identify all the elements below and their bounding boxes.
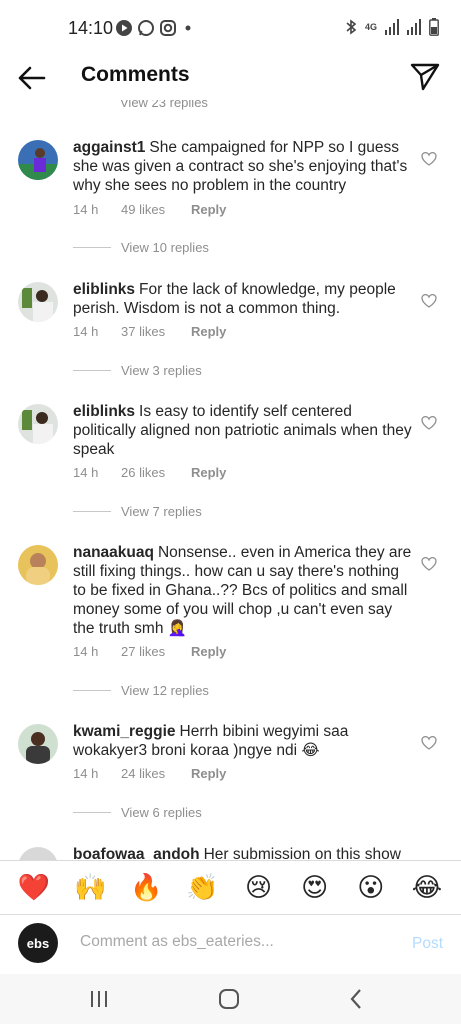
like-heart-icon[interactable] [421, 556, 437, 572]
emoji-clap-button[interactable]: 👏 [182, 873, 222, 903]
quick-emoji-bar: ❤️ 🙌 🔥 👏 😢 😍 😮 😂 [0, 860, 461, 914]
comment-text: eliblinks Is easy to identify self center… [73, 402, 413, 459]
my-avatar[interactable]: ebs [18, 923, 58, 963]
comment-likes[interactable]: 24 likes [121, 766, 191, 781]
replies-divider [73, 690, 111, 691]
like-heart-icon[interactable] [421, 735, 437, 751]
replies-divider [73, 370, 111, 371]
reply-button[interactable]: Reply [191, 465, 226, 480]
view-replies-link-partial[interactable]: View 23 replies [120, 100, 208, 110]
comment-likes[interactable]: 26 likes [121, 465, 191, 480]
comment-time: 14 h [73, 644, 99, 659]
comment-username[interactable]: eliblinks [73, 403, 135, 420]
comment-time: 14 h [73, 465, 99, 480]
signal-icon [385, 19, 399, 35]
avatar[interactable] [18, 404, 58, 444]
post-button[interactable]: Post [412, 935, 443, 953]
view-replies-label: View 7 replies [121, 504, 202, 519]
emoji-heart-button[interactable]: ❤️ [14, 873, 54, 903]
view-replies-link[interactable]: View 12 replies [73, 683, 209, 698]
avatar[interactable] [18, 140, 58, 180]
reply-button[interactable]: Reply [191, 766, 226, 781]
avatar[interactable] [18, 545, 58, 585]
battery-icon [429, 18, 439, 36]
page-title: Comments [81, 63, 190, 86]
comment-text: kwami_reggie Herrh bibini wegyimi saa wok… [73, 722, 413, 760]
view-replies-label: View 10 replies [121, 240, 209, 255]
comment-composer: ebs Post [0, 914, 461, 974]
comment-time: 14 h [73, 202, 99, 217]
comment-username[interactable]: nanaakuaq [73, 544, 154, 561]
comment-text: eliblinks For the lack of knowledge, my p… [73, 280, 413, 318]
comment-time: 14 h [73, 766, 99, 781]
comment-text: aggainst1 She campaigned for NPP so I gue… [73, 138, 413, 195]
replies-divider [73, 511, 111, 512]
notification-icons [115, 19, 195, 37]
comment-text: nanaakuaq Nonsense.. even in America they… [73, 543, 413, 638]
comment-username[interactable]: boafowaa_andoh [73, 846, 200, 860]
like-heart-icon[interactable] [421, 151, 437, 167]
avatar[interactable] [18, 724, 58, 764]
reply-button[interactable]: Reply [191, 324, 226, 339]
back-nav-icon[interactable] [342, 986, 372, 1012]
comment-username[interactable]: aggainst1 [73, 139, 145, 156]
bluetooth-icon [346, 19, 357, 35]
view-replies-link[interactable]: View 3 replies [73, 363, 202, 378]
comment-username[interactable]: eliblinks [73, 281, 135, 298]
view-replies-label: View 6 replies [121, 805, 202, 820]
like-heart-icon[interactable] [421, 293, 437, 309]
comment-meta: 14 h 37 likes Reply [73, 324, 226, 339]
view-replies-link[interactable]: View 6 replies [73, 805, 202, 820]
comments-list[interactable]: View 23 replies aggainst1 She campaigned … [0, 100, 461, 860]
comment-meta: 14 h 24 likes Reply [73, 766, 226, 781]
instagram-icon [160, 20, 176, 36]
whatsapp-icon [138, 20, 154, 36]
android-nav-bar [0, 974, 461, 1024]
view-replies-link[interactable]: View 7 replies [73, 504, 202, 519]
comment-body: Her submission on this show [203, 846, 401, 860]
emoji-crying-button[interactable]: 😢 [239, 873, 279, 903]
emoji-heart-eyes-button[interactable]: 😍 [295, 873, 335, 903]
comment-likes[interactable]: 37 likes [121, 324, 191, 339]
home-icon[interactable] [214, 986, 244, 1012]
signal-icon-2 [407, 19, 421, 35]
back-arrow-icon[interactable] [14, 60, 50, 96]
status-bar: 14:10 4G [0, 0, 461, 56]
view-replies-label: View 12 replies [121, 683, 209, 698]
emoji-raised-hands-button[interactable]: 🙌 [70, 873, 110, 903]
reply-button[interactable]: Reply [191, 644, 226, 659]
replies-divider [73, 812, 111, 813]
comment-likes[interactable]: 27 likes [121, 644, 191, 659]
view-replies-label: View 3 replies [121, 363, 202, 378]
comment-time: 14 h [73, 324, 99, 339]
comment-meta: 14 h 27 likes Reply [73, 644, 226, 659]
dot-icon [185, 25, 191, 31]
comment-meta: 14 h 26 likes Reply [73, 465, 226, 480]
avatar[interactable] [18, 282, 58, 322]
system-icons: 4G [345, 18, 439, 36]
recent-apps-icon[interactable] [84, 986, 114, 1012]
comment-meta: 14 h 49 likes Reply [73, 202, 226, 217]
reply-button[interactable]: Reply [191, 202, 226, 217]
emoji-laughing-button[interactable]: 😂 [407, 873, 447, 903]
play-icon [116, 20, 132, 36]
emoji-fire-button[interactable]: 🔥 [126, 873, 166, 903]
comment-input[interactable] [80, 933, 380, 951]
status-time: 14:10 [68, 18, 114, 38]
network-type-label: 4G [364, 21, 377, 32]
comments-header: Comments [0, 56, 461, 100]
comment-username[interactable]: kwami_reggie [73, 723, 176, 740]
emoji-surprised-button[interactable]: 😮 [351, 873, 391, 903]
avatar[interactable] [18, 847, 58, 860]
view-replies-link[interactable]: View 10 replies [73, 240, 209, 255]
comment-text: boafowaa_andoh Her submission on this sho… [73, 845, 413, 860]
comment-likes[interactable]: 49 likes [121, 202, 191, 217]
like-heart-icon[interactable] [421, 415, 437, 431]
share-send-icon[interactable] [409, 60, 441, 92]
replies-divider [73, 247, 111, 248]
